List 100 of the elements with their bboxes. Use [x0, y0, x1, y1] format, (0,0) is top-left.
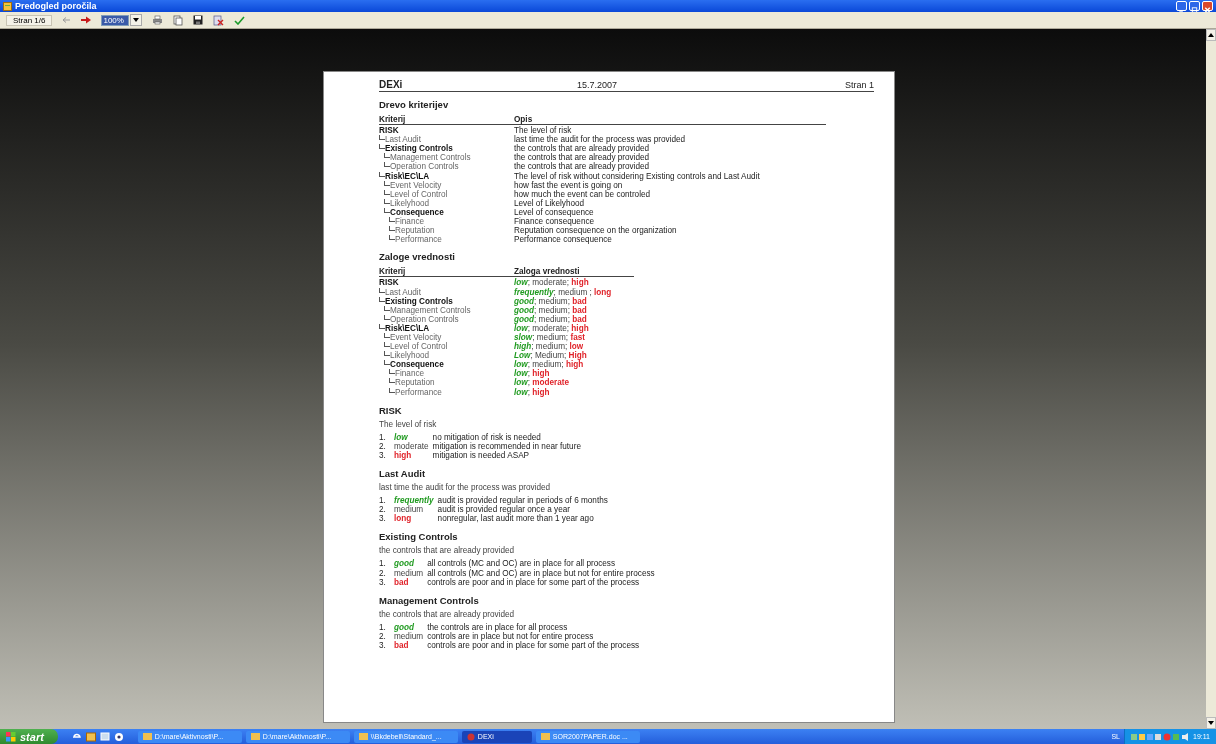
value-scale: good; medium; bad — [514, 314, 587, 324]
criterion-name: Management Controls — [390, 305, 471, 315]
criterion-description: the controls that are already provided — [514, 153, 651, 163]
minimize-button[interactable] — [1176, 1, 1187, 11]
scale-value: good — [394, 622, 414, 632]
criterion-description: the controls that are already provided — [514, 162, 650, 172]
criterion-name: Reputation — [395, 226, 435, 236]
scale-title: Management Controls — [379, 595, 480, 606]
item-number: 3. — [379, 641, 387, 651]
item-number: 1. — [379, 622, 387, 632]
zoom-field[interactable]: 100% — [101, 14, 130, 26]
zoom-dropdown-button[interactable] — [130, 14, 143, 26]
folder-icon — [250, 733, 260, 740]
scale-value: bad — [394, 641, 410, 651]
scale-description: the controls that are already provided — [379, 546, 516, 556]
value-scale: low; moderate; high — [514, 278, 590, 288]
criterion-name: Reputation — [395, 378, 435, 388]
scale-value: low — [394, 432, 409, 442]
column-header: Kriterij — [379, 267, 407, 277]
window-icon[interactable] — [99, 731, 110, 742]
value-description: no mitigation of risk is needed — [432, 432, 542, 442]
criterion-name: Likelyhood — [390, 351, 430, 361]
criterion-description: last time the audit for the process was provided — [514, 135, 687, 145]
criterion-name: Event Velocity — [390, 332, 442, 343]
criterion-description: Finance consequence — [514, 217, 596, 227]
folder-icon — [142, 733, 152, 740]
scale-value: long — [394, 514, 413, 524]
criterion-name: Level of Control — [390, 342, 448, 352]
right-arrow-icon[interactable] — [81, 16, 92, 24]
column-header: Opis — [514, 115, 534, 125]
page-indicator: Stran 1/6 — [6, 14, 53, 26]
scroll-up-button[interactable] — [1206, 29, 1216, 41]
value-description: audit is provided regular in periods of 6 months — [437, 496, 609, 506]
criterion-name: Consequence — [390, 360, 444, 370]
report-page-number: Stran 1 — [844, 80, 874, 90]
item-number: 3. — [379, 450, 387, 460]
criterion-name: Risk\EC\LA — [385, 171, 430, 181]
document-export-icon[interactable] — [213, 14, 225, 26]
value-description: all controls (MC and OC) are in place for all process — [427, 559, 616, 569]
up-arrow-icon — [1208, 33, 1214, 37]
folder-icon[interactable] — [85, 731, 96, 742]
item-number: 2. — [379, 441, 387, 451]
item-number: 1. — [379, 496, 387, 506]
down-arrow-icon — [1208, 721, 1214, 725]
scale-value: medium — [394, 505, 424, 515]
criterion-description: Performance consequence — [514, 235, 613, 245]
column-header: Kriterij — [379, 115, 407, 125]
criterion-name: Level of Control — [390, 189, 448, 199]
caret-icon — [133, 18, 140, 22]
report-date: 15.7.2007 — [577, 81, 619, 90]
value-description: audit is provided regular once a year — [437, 505, 572, 515]
value-scale: low; high — [514, 387, 551, 397]
value-scale: low; moderate; high — [514, 323, 590, 333]
criterion-description: Level of Likelyhood — [514, 198, 586, 208]
start-button[interactable]: start — [0, 729, 58, 744]
checkmark-icon[interactable] — [234, 15, 246, 25]
value-scale: good; medium; bad — [514, 296, 588, 306]
criterion-name: Management Controls — [390, 153, 471, 163]
value-scale: frequently; medium ; long — [514, 287, 613, 297]
criterion-name: Risk\EC\LA — [385, 323, 430, 333]
scale-description: The level of risk — [379, 419, 438, 429]
criterion-name: Operation Controls — [390, 162, 459, 172]
value-description: all controls (MC and OC) are in place but not for entire process — [427, 568, 656, 578]
criterion-description: the controls that are already provided — [514, 144, 651, 154]
scroll-down-button[interactable] — [1206, 717, 1216, 729]
criterion-name: Performance — [395, 387, 442, 397]
criterion-name: Operation Controls — [390, 314, 459, 324]
item-number: 2. — [379, 568, 387, 578]
item-number: 2. — [379, 631, 387, 642]
item-number: 1. — [379, 559, 387, 569]
scale-description: last time the audit for the process was provided — [379, 483, 552, 493]
criterion-name: Last Audit — [385, 287, 421, 297]
value-description: mitigation is recommended in near future — [432, 441, 582, 451]
scale-value: medium — [394, 631, 424, 641]
criterion-name: Consequence — [390, 207, 444, 218]
folder-icon — [358, 733, 368, 740]
value-scale: low; moderate — [514, 378, 571, 388]
criterion-name: Finance — [395, 217, 425, 227]
criterion-name: Existing Controls — [385, 144, 453, 154]
criterion-name: RISK — [379, 126, 399, 136]
column-header: Zaloga vrednosti — [514, 267, 581, 277]
report-app-name: DEXi — [379, 80, 404, 90]
value-description: the controls are in place for all process — [427, 622, 569, 632]
disc-icon[interactable] — [113, 731, 124, 742]
app-icon — [466, 732, 475, 741]
criterion-name: RISK — [379, 278, 399, 288]
criterion-description: how much the event can be controled — [514, 189, 652, 199]
criterion-name: Event Velocity — [390, 180, 442, 190]
value-scale: Low; Medium; High — [514, 351, 588, 361]
windows-flag-icon — [6, 731, 16, 742]
copy-icon[interactable] — [173, 14, 184, 26]
item-number: 3. — [379, 514, 387, 524]
window-title: Predogled poročila — [15, 1, 97, 11]
printer-icon[interactable] — [152, 15, 164, 25]
value-scale: good; medium; bad — [514, 305, 588, 315]
item-number: 2. — [379, 505, 387, 515]
item-number: 3. — [379, 577, 387, 587]
value-scale: high; medium; low — [514, 342, 584, 352]
section-title: Drevo kriterijev — [379, 100, 450, 110]
value-scale: slow; medium; fast — [514, 332, 585, 343]
